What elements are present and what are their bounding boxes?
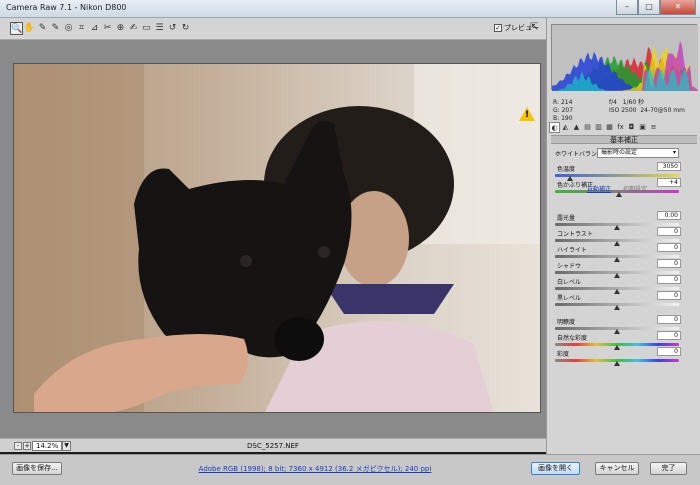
- graduated-filter-icon[interactable]: ▭: [140, 22, 153, 35]
- rotate-cw-icon[interactable]: ↻: [179, 22, 192, 35]
- white-balance-tool-icon[interactable]: ✎: [36, 22, 49, 35]
- window-title: Camera Raw 7.1 - Nikon D800: [6, 3, 127, 12]
- fullscreen-icon[interactable]: ⇱: [530, 22, 538, 33]
- panel-tab-icon[interactable]: fx: [615, 122, 626, 133]
- warning-icon[interactable]: !: [519, 107, 535, 121]
- panel-tab-icon[interactable]: ◘: [626, 122, 637, 133]
- warning-icon-glyph: !: [525, 110, 530, 120]
- red-eye-tool-icon[interactable]: ⊕: [114, 22, 127, 35]
- rotate-ccw-icon[interactable]: ↺: [166, 22, 179, 35]
- zoom-tool-icon[interactable]: 🔍: [10, 22, 23, 35]
- hand-tool-icon[interactable]: ✋: [23, 22, 36, 35]
- slider-value-field[interactable]: 0: [657, 291, 681, 300]
- slider-value-field[interactable]: 0: [657, 347, 681, 356]
- panel-tab-icon[interactable]: ◭: [560, 122, 571, 133]
- spot-removal-tool-icon[interactable]: ✂: [101, 22, 114, 35]
- g-value: 207: [561, 107, 574, 114]
- default-link[interactable]: 初期設定: [623, 186, 647, 193]
- file-name: DSC_5257.NEF: [247, 442, 299, 450]
- white-balance-select[interactable]: 撮影時の設定 ▾: [597, 148, 679, 158]
- temperature-field[interactable]: 3050: [657, 162, 681, 171]
- chevron-down-icon: ▾: [672, 149, 676, 156]
- histogram-graph: [552, 25, 698, 91]
- histogram: [551, 24, 698, 91]
- slider-value-field[interactable]: 0: [657, 315, 681, 324]
- g-label: G:: [553, 107, 560, 114]
- slider-value-field[interactable]: 0: [657, 331, 681, 340]
- slider-value-field[interactable]: 0.00: [657, 211, 681, 220]
- preferences-icon[interactable]: ☰: [153, 22, 166, 35]
- b-value: 190: [561, 115, 573, 122]
- cancel-button[interactable]: キャンセル: [595, 462, 639, 475]
- iso-value: ISO 2500: [609, 107, 637, 114]
- panel-tab-icon[interactable]: ▥: [593, 122, 604, 133]
- adjustment-brush-icon[interactable]: ✍: [127, 22, 140, 35]
- tool-bar: 🔍 ✋ ✎ ✎ ◎ ⌗ ⊿ ✂ ⊕ ✍ ▭ ☰ ↺ ↻ ✓ プレビュー ⇱: [0, 18, 546, 40]
- shutter-value: 1/60 秒: [622, 99, 645, 106]
- white-balance-value: 撮影時の設定: [601, 149, 638, 156]
- slider-value-field[interactable]: 0: [657, 275, 681, 284]
- done-button[interactable]: 完了: [650, 462, 687, 475]
- tint-field[interactable]: +4: [657, 178, 681, 187]
- auto-default-links: 自動補正 初期設定: [587, 184, 647, 193]
- status-bar: - + 14.2% ▼ DSC_5257.NEF: [0, 438, 546, 452]
- image-canvas: !: [0, 40, 546, 438]
- lens-value: 24-70@50 mm: [640, 107, 685, 114]
- basic-panel-title: 基本補正: [551, 135, 697, 144]
- title-bar: Camera Raw 7.1 - Nikon D800 – □ ✕: [0, 0, 700, 18]
- aperture-value: f/4: [609, 99, 617, 106]
- slider-thumb[interactable]: [614, 361, 620, 366]
- color-sampler-tool-icon[interactable]: ✎: [49, 22, 62, 35]
- panel-tab-icon[interactable]: ▤: [582, 122, 593, 133]
- exif-readout: f/4 1/60 秒 ISO 2500 24-70@50 mm: [609, 99, 685, 115]
- b-label: B:: [553, 115, 560, 122]
- close-button[interactable]: ✕: [660, 0, 696, 15]
- photo-image: [14, 64, 540, 412]
- r-value: 214: [560, 99, 573, 106]
- target-adjustment-tool-icon[interactable]: ◎: [62, 22, 75, 35]
- temperature-slider[interactable]: [555, 174, 679, 177]
- panel-tab-icon[interactable]: ≡: [648, 122, 659, 133]
- slider-value-field[interactable]: 0: [657, 259, 681, 268]
- r-label: R:: [553, 99, 560, 106]
- open-image-button[interactable]: 画像を開く: [531, 462, 580, 475]
- panel-tab-icon[interactable]: ▦: [604, 122, 615, 133]
- slider-value-field[interactable]: 0: [657, 243, 681, 252]
- straighten-tool-icon[interactable]: ⊿: [88, 22, 101, 35]
- bottom-bar: 画像を保存... Adobe RGB (1998); 8 bit; 7360 x…: [0, 454, 700, 485]
- panel-tab-icon[interactable]: ▣: [637, 122, 648, 133]
- camera-raw-window: Camera Raw 7.1 - Nikon D800 – □ ✕ 🔍 ✋ ✎ ✎ ◎ ⌗…: [0, 0, 700, 485]
- panel-tabs: ◐ ◭ ▲ ▤ ▥ ▦ fx ◘ ▣ ≡: [549, 122, 699, 134]
- minimize-button[interactable]: –: [616, 0, 638, 15]
- slider-value-field[interactable]: 0: [657, 227, 681, 236]
- panel-tab-icon[interactable]: ◐: [549, 122, 560, 133]
- crop-tool-icon[interactable]: ⌗: [75, 22, 88, 35]
- preview-checkbox[interactable]: ✓: [494, 24, 502, 32]
- auto-link[interactable]: 自動補正: [587, 186, 611, 193]
- slider-thumb[interactable]: [614, 305, 620, 310]
- rgb-readout: R: 214 G: 207 B: 190: [553, 99, 573, 123]
- maximize-button[interactable]: □: [638, 0, 660, 15]
- photo-preview: [13, 63, 541, 413]
- panel-tab-icon[interactable]: ▲: [571, 122, 582, 133]
- adjustment-panel: R: 214 G: 207 B: 190 f/4 1/60 秒 ISO 2500…: [546, 18, 700, 454]
